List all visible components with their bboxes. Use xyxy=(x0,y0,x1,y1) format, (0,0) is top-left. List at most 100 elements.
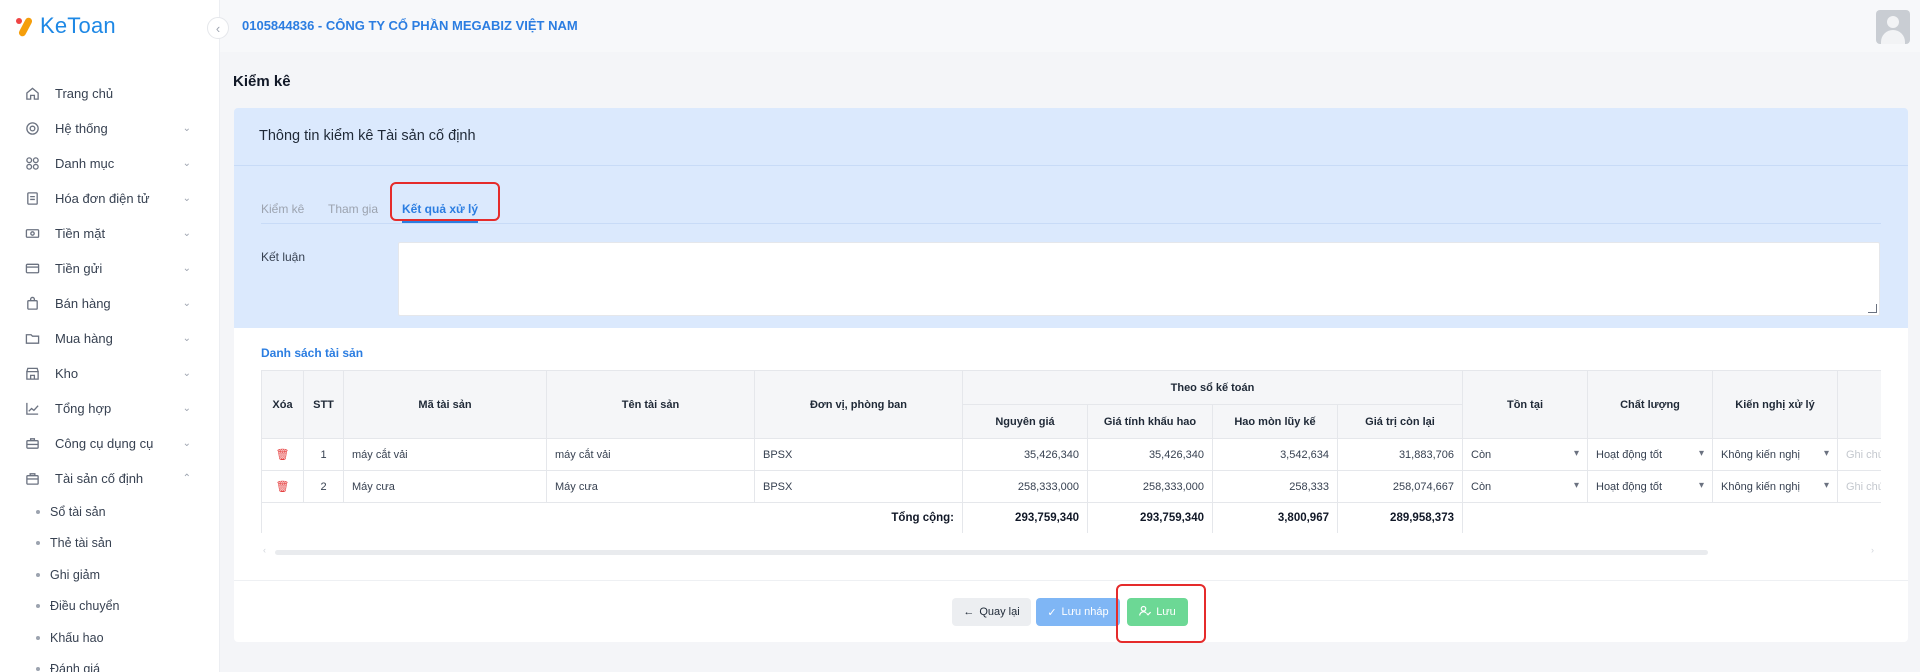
cell-ma-tai-san: máy cắt vải xyxy=(343,438,547,471)
ket-luan-textarea[interactable] xyxy=(398,242,1880,316)
col-header-don-vi: Đơn vị, phòng ban xyxy=(754,370,963,439)
back-button[interactable]: ← Quay lại xyxy=(952,598,1031,626)
bullet-icon xyxy=(36,667,40,672)
annotation-highlight-tab xyxy=(390,182,500,221)
chevron-left-icon: ‹ xyxy=(215,20,221,36)
tools-icon xyxy=(24,436,40,452)
card-title: Thông tin kiểm kê Tài sản cố định xyxy=(259,128,476,144)
sidebar-subitem-dieu-chuyen[interactable]: Điều chuyển xyxy=(36,591,219,623)
sidebar-subitem-ghi-giam[interactable]: Ghi giảm xyxy=(36,559,219,591)
save-draft-button[interactable]: ✓ Lưu nháp xyxy=(1036,598,1120,626)
col-header-hao-mon: Hao mòn lũy kế xyxy=(1212,404,1338,439)
cell-gia-tri-con-lai: 31,883,706 xyxy=(1337,438,1463,471)
bullet-icon xyxy=(36,572,40,577)
annotation-highlight-save xyxy=(1116,584,1206,643)
cell-don-vi: BPSX xyxy=(754,438,963,471)
card-divider xyxy=(234,165,1908,166)
sidebar-item-kho[interactable]: Kho ⌄ xyxy=(0,356,219,391)
sidebar-subitem-danh-gia[interactable]: Đánh giá xyxy=(36,654,219,672)
asset-table: Xóa STT Mã tài sản Tên tài sản Đơn vị, p… xyxy=(261,370,1881,533)
sidebar-item-danh-muc[interactable]: Danh mục ⌄ xyxy=(0,146,219,181)
cash-icon xyxy=(24,226,40,242)
cell-nguyen-gia: 258,333,000 xyxy=(962,470,1088,503)
total-hao-mon: 3,800,967 xyxy=(1212,502,1338,533)
ghi-chu-input[interactable]: Ghi chú xyxy=(1837,438,1881,471)
scrollbar-thumb[interactable] xyxy=(275,550,1708,555)
sidebar-item-mua-hang[interactable]: Mua hàng ⌄ xyxy=(0,321,219,356)
app-logo[interactable]: KeToan xyxy=(14,12,116,40)
briefcase-icon xyxy=(24,471,40,487)
asset-table-container[interactable]: Xóa STT Mã tài sản Tên tài sản Đơn vị, p… xyxy=(261,370,1881,533)
actions-divider xyxy=(234,580,1908,581)
sidebar-item-tien-gui[interactable]: Tiền gửi ⌄ xyxy=(0,251,219,286)
sidebar-item-hoa-don-dien-tu[interactable]: Hóa đơn điện tử ⌄ xyxy=(0,181,219,216)
sidebar-item-he-thong[interactable]: Hệ thống ⌄ xyxy=(0,111,219,146)
scroll-left-icon[interactable]: ‹ xyxy=(263,545,266,555)
sidebar-item-tien-mat[interactable]: Tiền mặt ⌄ xyxy=(0,216,219,251)
ket-luan-label: Kết luận xyxy=(261,250,306,264)
folder-icon xyxy=(24,331,40,347)
sidebar-item-tai-san-co-dinh[interactable]: Tài sản cố định ⌃ xyxy=(0,461,219,496)
inventory-info-card: Thông tin kiểm kê Tài sản cố định Kiểm k… xyxy=(234,108,1908,328)
chat-luong-select[interactable]: Hoạt động tốt xyxy=(1587,470,1713,503)
totals-row: Tổng cộng: 293,759,340 293,759,340 3,800… xyxy=(261,502,1881,533)
totals-empty-cell xyxy=(1462,502,1881,533)
col-header-stt: STT xyxy=(303,370,344,439)
avatar[interactable] xyxy=(1876,10,1910,44)
chevron-down-icon: ⌄ xyxy=(182,228,191,239)
cell-hao-mon: 3,542,634 xyxy=(1212,438,1338,471)
cell-ma-tai-san: Máy cưa xyxy=(343,470,547,503)
chevron-up-icon: ⌃ xyxy=(182,473,191,484)
chevron-down-icon: ⌄ xyxy=(182,158,191,169)
invoice-icon xyxy=(24,191,40,207)
totals-label: Tổng cộng: xyxy=(261,502,963,533)
kien-nghi-select[interactable]: Không kiến nghị xyxy=(1712,470,1838,503)
card-icon xyxy=(24,261,40,277)
ghi-chu-input[interactable]: Ghi chú xyxy=(1837,470,1881,503)
table-row: 🗑 1 máy cắt vải máy cắt vải BPSX 35,426,… xyxy=(261,438,1881,471)
delete-row-button[interactable]: 🗑 xyxy=(261,438,304,471)
chevron-down-icon: ⌄ xyxy=(182,123,191,134)
bullet-icon xyxy=(36,541,40,546)
cell-gia-tinh-khau-hao: 258,333,000 xyxy=(1087,470,1213,503)
chevron-down-icon: ⌄ xyxy=(182,403,191,414)
app-logo-text: KeToan xyxy=(40,13,116,38)
cell-don-vi: BPSX xyxy=(754,470,963,503)
sidebar-collapse-button[interactable]: ‹ xyxy=(207,17,229,39)
tab-kiem-ke[interactable]: Kiểm kê xyxy=(261,202,304,216)
chat-luong-select[interactable]: Hoạt động tốt xyxy=(1587,438,1713,471)
sidebar-item-cong-cu-dung-cu[interactable]: Công cụ dụng cụ ⌄ xyxy=(0,426,219,461)
chart-icon xyxy=(24,401,40,417)
top-header: 0105844836 - CÔNG TY CỔ PHẦN MEGABIZ VIỆ… xyxy=(220,0,1920,52)
resize-handle-icon[interactable] xyxy=(1868,304,1877,313)
sidebar-item-trang-chu[interactable]: Trang chủ xyxy=(0,76,219,111)
ketoan-logo-icon xyxy=(14,15,36,38)
sidebar-subitem-khau-hao[interactable]: Khấu hao xyxy=(36,622,219,654)
kien-nghi-select[interactable]: Không kiến nghị xyxy=(1712,438,1838,471)
sidebar-item-tong-hop[interactable]: Tổng hợp ⌄ xyxy=(0,391,219,426)
asset-list-card: Danh sách tài sản Xóa STT Mã tài sản Tên… xyxy=(234,328,1908,643)
total-gia-tinh-khau-hao: 293,759,340 xyxy=(1087,502,1213,533)
sidebar-subnav: Sổ tài sản Thẻ tài sản Ghi giảm Điều chu… xyxy=(0,496,219,672)
page-title: Kiểm kê xyxy=(233,73,291,90)
sidebar-subitem-so-tai-san[interactable]: Sổ tài sản xyxy=(36,496,219,528)
sidebar-nav: Trang chủ Hệ thống ⌄ Danh mục ⌄ Hóa đơn … xyxy=(0,76,219,672)
chevron-down-icon: ⌄ xyxy=(182,368,191,379)
tab-bar: Kiểm kê Tham gia Kết quả xử lý xyxy=(261,188,1881,224)
delete-row-button[interactable]: 🗑 xyxy=(261,470,304,503)
cell-hao-mon: 258,333 xyxy=(1212,470,1338,503)
tab-tham-gia[interactable]: Tham gia xyxy=(328,202,378,216)
chevron-down-icon: ⌄ xyxy=(182,298,191,309)
sidebar-item-ban-hang[interactable]: Bán hàng ⌄ xyxy=(0,286,219,321)
horizontal-scrollbar[interactable]: ‹ › xyxy=(261,545,1881,556)
scroll-right-icon[interactable]: › xyxy=(1871,545,1874,555)
cell-ten-tai-san: Máy cưa xyxy=(546,470,755,503)
company-name[interactable]: 0105844836 - CÔNG TY CỔ PHẦN MEGABIZ VIỆ… xyxy=(242,18,578,33)
cell-ten-tai-san: máy cắt vải xyxy=(546,438,755,471)
cell-gia-tinh-khau-hao: 35,426,340 xyxy=(1087,438,1213,471)
col-header-chat-luong: Chất lượng xyxy=(1587,370,1713,439)
sidebar-subitem-the-tai-san[interactable]: Thẻ tài sản xyxy=(36,528,219,560)
ton-tai-select[interactable]: Còn xyxy=(1462,438,1588,471)
ton-tai-select[interactable]: Còn xyxy=(1462,470,1588,503)
chevron-down-icon: ⌄ xyxy=(182,438,191,449)
